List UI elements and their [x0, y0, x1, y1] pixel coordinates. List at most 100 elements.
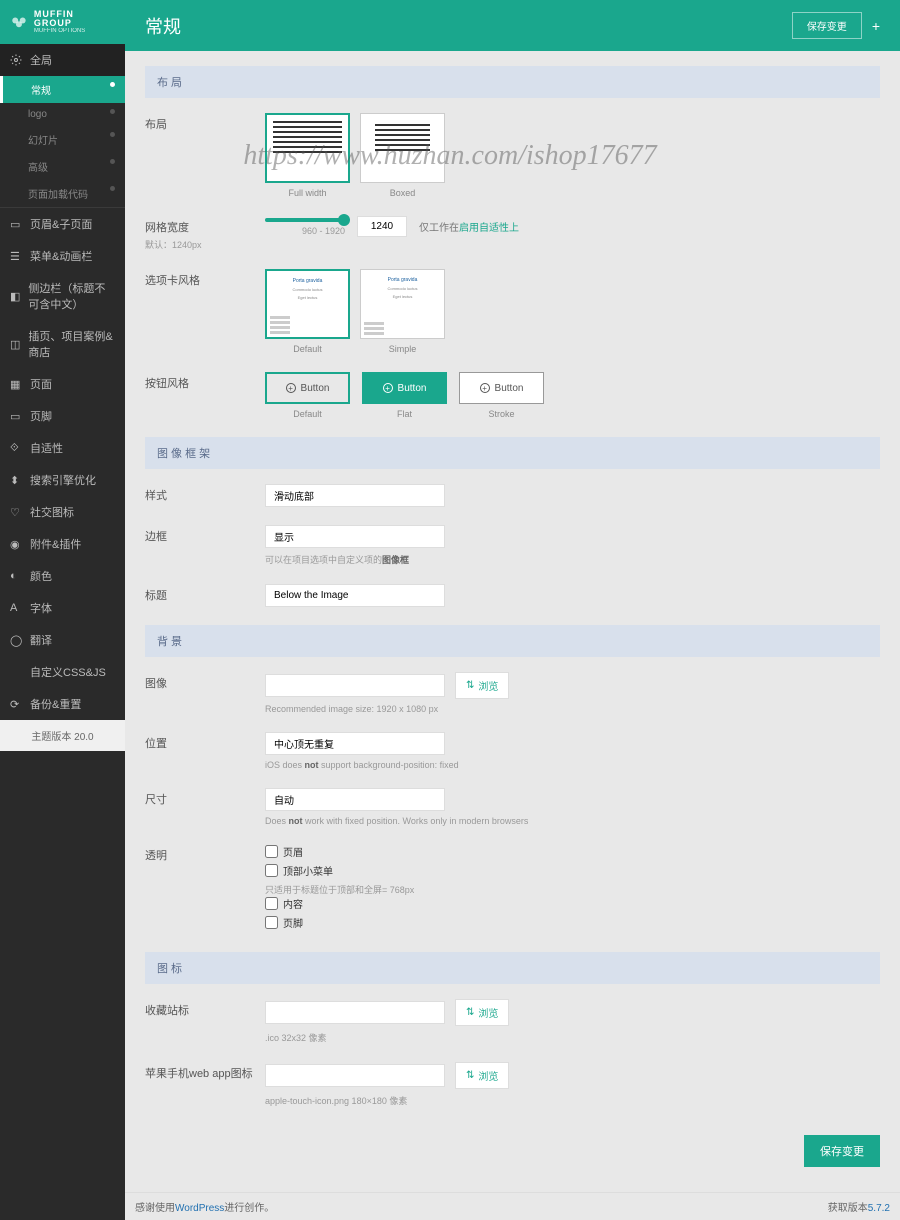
nav-sub-hooks[interactable]: 页面加载代码 [0, 180, 125, 207]
title-input[interactable] [265, 584, 445, 607]
nav-icon: ⟐ [10, 442, 22, 454]
nav-icon: ◐ [10, 570, 22, 582]
tabs-default-option[interactable]: Porta gravidaCommodo luctusEget lectus [265, 269, 350, 339]
nav-item-9[interactable]: ◉附件&插件 [0, 528, 125, 560]
grid-value-input[interactable] [357, 216, 407, 237]
nav-icon: ☰ [10, 250, 22, 262]
nav-icon: ◫ [10, 338, 20, 350]
button-stroke-option[interactable]: +Button [459, 372, 544, 404]
nav-item-7[interactable]: ⬍搜索引擎优化 [0, 464, 125, 496]
transparent-content-checkbox[interactable] [265, 897, 278, 910]
layout-boxed-option[interactable] [360, 113, 445, 183]
transparent-header-checkbox[interactable] [265, 845, 278, 858]
nav-item-12[interactable]: ◯翻译 [0, 624, 125, 656]
plus-icon: + [480, 383, 490, 393]
plus-icon: + [286, 383, 296, 393]
nav-item-10[interactable]: ◐颜色 [0, 560, 125, 592]
nav-item-1[interactable]: ☰菜单&动画栏 [0, 240, 125, 272]
collapse-button[interactable]: + [872, 18, 880, 34]
save-button-top[interactable]: 保存变更 [792, 12, 862, 39]
style-input[interactable] [265, 484, 445, 507]
page-header: 常规 保存变更 + [125, 0, 900, 51]
nav-sub-logo[interactable]: logo [0, 103, 125, 126]
position-label: 位置 [145, 732, 265, 770]
grid-slider[interactable] [265, 218, 345, 222]
section-background: 背 景 [145, 625, 880, 657]
nav-sub-advanced[interactable]: 高级 [0, 153, 125, 180]
nav-item-13[interactable]: 自定义CSS&JS [0, 656, 125, 688]
border-label: 边框 [145, 525, 265, 566]
button-flat-option[interactable]: +Button [362, 372, 447, 404]
upload-icon: ⇅ [466, 1007, 474, 1018]
nav-icon: ◧ [10, 290, 20, 302]
plus-icon: + [383, 383, 393, 393]
transparent-label: 透明 [145, 844, 265, 934]
upload-icon: ⇅ [466, 1070, 474, 1081]
nav-item-14[interactable]: ⟳备份&重置 [0, 688, 125, 720]
buttons-label: 按钮风格 [145, 372, 265, 419]
section-caption: 图 像 框 架 [145, 437, 880, 469]
transparent-topbar-checkbox[interactable] [265, 864, 278, 877]
nav-icon: ♡ [10, 506, 22, 518]
nav-item-0[interactable]: ▭页眉&子页面 [0, 208, 125, 240]
nav-item-11[interactable]: A字体 [0, 592, 125, 624]
tabs-simple-option[interactable]: Porta gravidaCommodo luctusEget lectus [360, 269, 445, 339]
nav-item-4[interactable]: ▦页面 [0, 368, 125, 400]
grid-label: 网格宽度 [145, 219, 265, 235]
grid-range: 960 - 1920 [265, 226, 345, 236]
page-footer: 感谢使用WordPress进行创作。 获取版本5.7.2 [125, 1192, 900, 1220]
size-input[interactable] [265, 788, 445, 811]
nav-item-6[interactable]: ⟐自适性 [0, 432, 125, 464]
nav-item-8[interactable]: ♡社交图标 [0, 496, 125, 528]
style-label: 样式 [145, 484, 265, 507]
section-icons: 图 标 [145, 952, 880, 984]
brand-sub: MUFFIN OPTIONS [34, 28, 115, 34]
upload-icon: ⇅ [466, 680, 474, 691]
muffin-icon [10, 13, 28, 31]
image-label: 图像 [145, 672, 265, 714]
nav-icon: ◯ [10, 634, 22, 646]
brand-main: MUFFIN GROUP [34, 10, 115, 28]
nav-item-5[interactable]: ▭页脚 [0, 400, 125, 432]
sidebar: MUFFIN GROUP MUFFIN OPTIONS 全局 常规 logo 幻… [0, 0, 125, 1220]
nav-global[interactable]: 全局 [0, 44, 125, 76]
gear-icon [10, 54, 22, 66]
favicon-input[interactable] [265, 1001, 445, 1024]
wordpress-link[interactable]: WordPress [175, 1203, 224, 1214]
button-default-option[interactable]: +Button [265, 372, 350, 404]
transparent-footer-checkbox[interactable] [265, 916, 278, 929]
nav-icon: ▦ [10, 378, 22, 390]
nav-icon: ⟳ [10, 698, 22, 710]
apple-icon-label: 苹果手机web app图标 [145, 1062, 265, 1107]
nav-sub-slider[interactable]: 幻灯片 [0, 126, 125, 153]
favicon-label: 收藏站标 [145, 999, 265, 1044]
apple-icon-input[interactable] [265, 1064, 445, 1087]
size-label: 尺寸 [145, 788, 265, 826]
nav-icon: ⬍ [10, 474, 22, 486]
save-button-bottom[interactable]: 保存变更 [804, 1135, 880, 1167]
image-browse-button[interactable]: ⇅浏览 [455, 672, 509, 699]
apple-icon-browse-button[interactable]: ⇅浏览 [455, 1062, 509, 1089]
layout-fullwidth-option[interactable] [265, 113, 350, 183]
border-input[interactable] [265, 525, 445, 548]
nav-sub-general[interactable]: 常规 [0, 76, 125, 103]
nav-global-label: 全局 [30, 52, 52, 68]
nav-item-3[interactable]: ◫插页、项目案例&商店 [0, 320, 125, 368]
nav-icon: ◉ [10, 538, 22, 550]
nav-item-2[interactable]: ◧侧边栏（标题不可含中文） [0, 272, 125, 320]
responsive-link[interactable]: 启用自适性上 [459, 223, 519, 234]
grid-default: 默认：1240px [145, 238, 265, 251]
dot-icon [110, 82, 115, 87]
nav-icon [10, 666, 22, 678]
layout-label: 布局 [145, 113, 265, 198]
theme-version: 主题版本 20.0 [0, 720, 125, 751]
nav-icon: ▭ [10, 218, 22, 230]
version-link[interactable]: 5.7.2 [868, 1203, 890, 1214]
nav-icon: ▭ [10, 410, 22, 422]
position-input[interactable] [265, 732, 445, 755]
title-label: 标题 [145, 584, 265, 607]
favicon-browse-button[interactable]: ⇅浏览 [455, 999, 509, 1026]
image-input[interactable] [265, 674, 445, 697]
page-title: 常规 [145, 13, 181, 39]
nav-icon: A [10, 602, 22, 614]
